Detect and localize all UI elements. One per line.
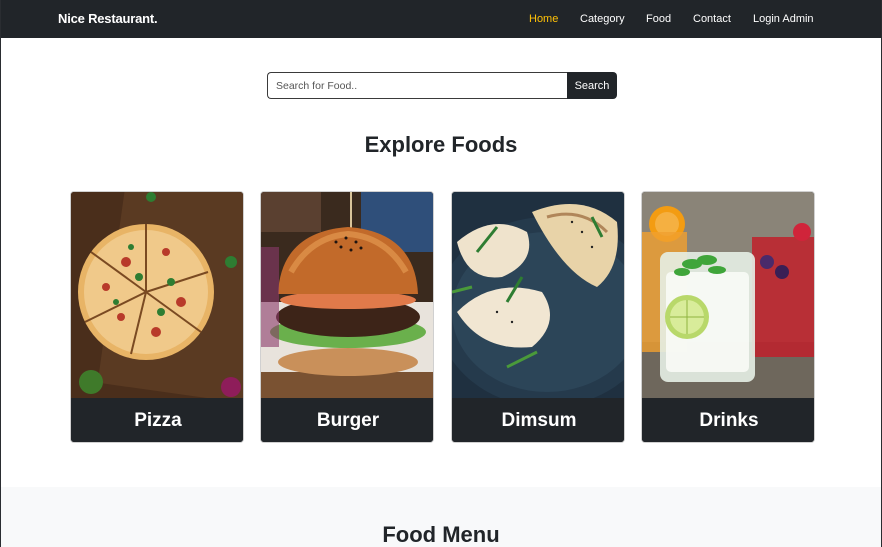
dimsum-image — [452, 192, 624, 398]
pizza-image — [71, 192, 243, 398]
explore-foods-title: Explore Foods — [364, 132, 518, 157]
category-card-burger[interactable]: Burger — [260, 191, 434, 443]
category-label-dimsum: Dimsum — [452, 398, 624, 442]
category-label-pizza: Pizza — [71, 398, 243, 442]
navbar: Nice Restaurant. Home Category Food Cont… — [1, 0, 881, 38]
category-card-drinks[interactable]: Drinks — [641, 191, 815, 443]
category-card-dimsum[interactable]: Dimsum — [451, 191, 625, 443]
category-label-drinks: Drinks — [642, 398, 814, 442]
search-form: Search — [267, 72, 617, 99]
nav-link-home[interactable]: Home — [529, 13, 558, 25]
drinks-image — [642, 192, 814, 398]
nav-link-login-admin[interactable]: Login Admin — [753, 13, 814, 25]
food-menu-title: Food Menu — [382, 522, 500, 547]
brand-logo[interactable]: Nice Restaurant. — [58, 11, 158, 26]
category-label-burger: Burger — [261, 398, 433, 442]
search-input[interactable] — [267, 72, 567, 99]
category-card-pizza[interactable]: Pizza — [70, 191, 244, 443]
burger-image — [261, 192, 433, 398]
nav-link-contact[interactable]: Contact — [693, 13, 731, 25]
nav-link-category[interactable]: Category — [580, 13, 625, 25]
food-menu-section: Food Menu — [1, 487, 881, 547]
search-button[interactable]: Search — [567, 72, 617, 99]
nav-link-food[interactable]: Food — [646, 13, 671, 25]
